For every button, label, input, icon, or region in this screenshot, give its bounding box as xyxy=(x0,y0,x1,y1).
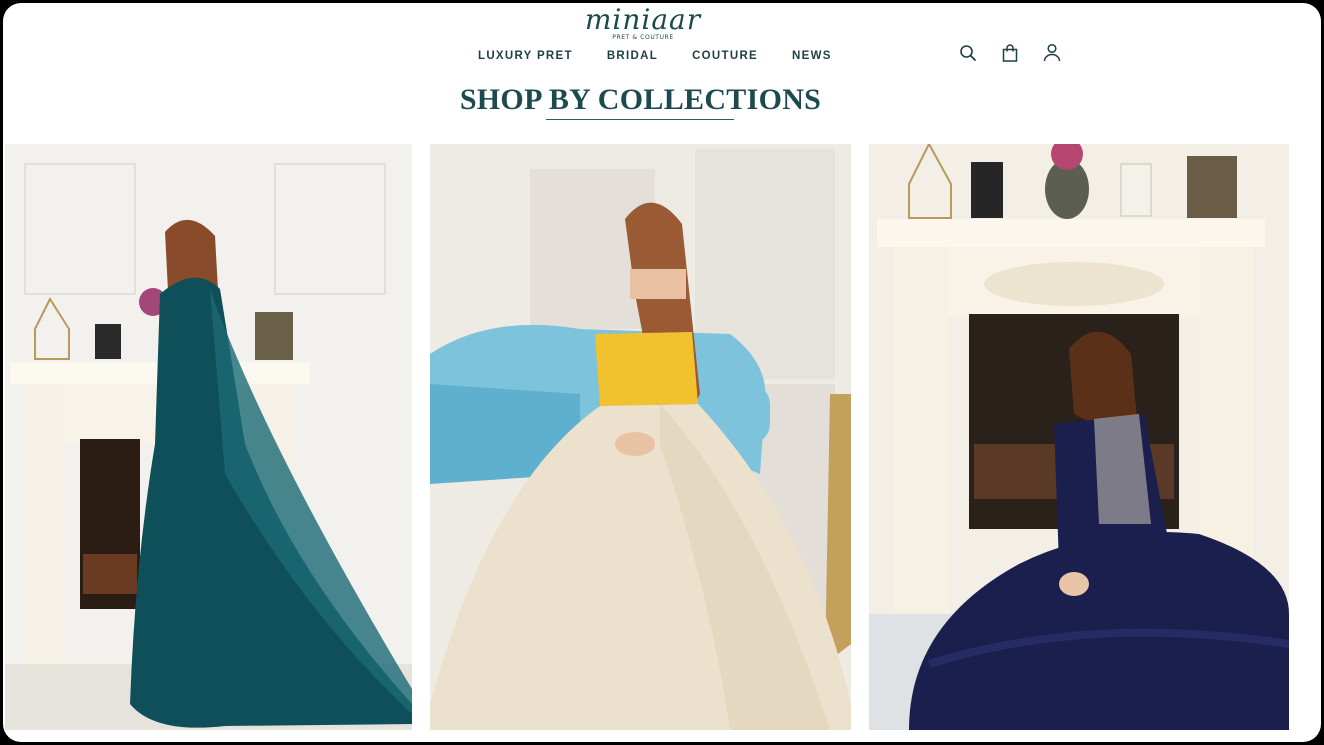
header-icons xyxy=(958,43,1062,63)
user-account-icon[interactable] xyxy=(1042,43,1062,63)
nav-item-luxury-pret[interactable]: LUXURY PRET xyxy=(478,50,573,62)
collection-image-teal-saree xyxy=(5,144,412,730)
collection-card-navy-gown[interactable] xyxy=(869,144,1289,730)
brand-logo[interactable]: miniaar PRET & COUTURE xyxy=(3,3,1283,42)
section-title: SHOP BY COLLECTIONS xyxy=(459,83,822,116)
collection-card-yellow-lehenga[interactable] xyxy=(430,144,851,730)
collection-card-teal-saree[interactable] xyxy=(5,144,412,730)
search-icon[interactable] xyxy=(958,43,978,63)
shopping-bag-icon[interactable] xyxy=(1000,43,1020,63)
collection-image-navy-gown xyxy=(869,144,1289,730)
nav-item-couture[interactable]: COUTURE xyxy=(692,50,758,62)
page-frame: miniaar PRET & COUTURE LUXURY PRET BRIDA… xyxy=(3,3,1321,742)
main-nav: LUXURY PRET BRIDAL COUTURE NEWS xyxy=(478,50,832,62)
collection-image-yellow-lehenga xyxy=(430,144,851,730)
title-underline xyxy=(546,119,734,120)
brand-name: miniaar xyxy=(584,3,702,36)
nav-item-bridal[interactable]: BRIDAL xyxy=(607,50,658,62)
brand-tagline: PRET & COUTURE xyxy=(612,34,674,41)
nav-item-news[interactable]: NEWS xyxy=(792,50,832,62)
